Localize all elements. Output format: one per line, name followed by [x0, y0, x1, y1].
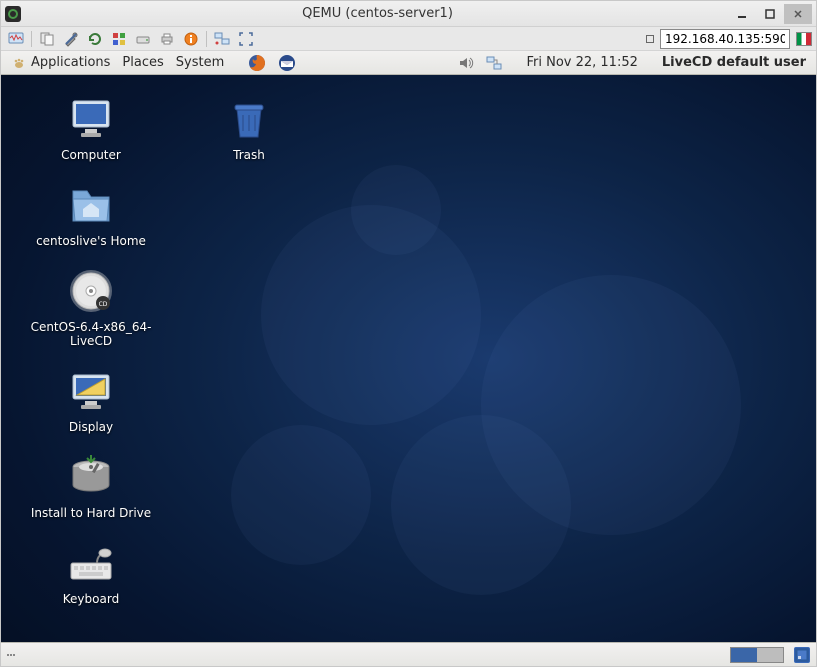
- windows-keys-icon[interactable]: [108, 29, 130, 49]
- italian-flag-icon[interactable]: [796, 32, 812, 46]
- livecd-icon[interactable]: CD CentOS-6.4-x86_64-LiveCD: [21, 267, 161, 349]
- icon-label: CentOS-6.4-x86_64-LiveCD: [21, 319, 161, 349]
- install-hdd-icon[interactable]: Install to Hard Drive: [21, 453, 161, 521]
- show-desktop-icon: [796, 649, 808, 661]
- printer-icon[interactable]: [156, 29, 178, 49]
- info-icon[interactable]: [180, 29, 202, 49]
- drive-icon[interactable]: [132, 29, 154, 49]
- user-menu[interactable]: LiveCD default user: [658, 51, 810, 74]
- cd-icon: CD: [67, 267, 115, 315]
- firefox-launcher[interactable]: [244, 51, 270, 74]
- workspace-1[interactable]: [731, 648, 757, 662]
- close-button[interactable]: [784, 4, 812, 24]
- workspace-switcher[interactable]: [730, 647, 784, 663]
- home-folder-icon[interactable]: centoslive's Home: [21, 181, 161, 249]
- separator: [31, 31, 32, 47]
- icon-label: Install to Hard Drive: [27, 505, 155, 521]
- gnome-top-panel: Applications Places System Fri Nov 22, 1…: [1, 51, 816, 75]
- fullscreen-icon[interactable]: [235, 29, 257, 49]
- tools-icon[interactable]: [60, 29, 82, 49]
- icon-label: Display: [65, 419, 117, 435]
- system-label: System: [176, 55, 224, 70]
- hard-drive-icon: [67, 453, 115, 501]
- monitor-icon[interactable]: [5, 29, 27, 49]
- show-desktop-button[interactable]: [794, 647, 810, 663]
- monitor-icon: [67, 95, 115, 143]
- display-monitor-icon: [67, 367, 115, 415]
- applications-menu[interactable]: Applications: [7, 51, 114, 74]
- qemu-app-icon: [5, 6, 21, 22]
- places-label: Places: [122, 55, 163, 70]
- keyboard-icon[interactable]: Keyboard: [21, 539, 161, 607]
- applications-label: Applications: [31, 55, 110, 70]
- maximize-button[interactable]: [756, 4, 784, 24]
- speaker-icon: [458, 55, 474, 71]
- icon-label: Keyboard: [59, 591, 123, 607]
- folder-home-icon: [67, 181, 115, 229]
- window-title: QEMU (centos-server1): [27, 6, 728, 21]
- user-label: LiveCD default user: [662, 55, 806, 70]
- places-menu[interactable]: Places: [118, 51, 167, 74]
- minimize-button[interactable]: [728, 4, 756, 24]
- network-applet[interactable]: [482, 51, 506, 74]
- firefox-icon: [248, 54, 266, 72]
- thunderbird-icon: [278, 54, 296, 72]
- icon-label: Computer: [57, 147, 125, 163]
- gnome-bottom-panel: [1, 642, 816, 666]
- thunderbird-launcher[interactable]: [274, 51, 300, 74]
- svg-text:CD: CD: [99, 301, 108, 308]
- scale-icon[interactable]: [646, 35, 654, 43]
- titlebar: QEMU (centos-server1): [1, 1, 816, 27]
- keyboard-device-icon: [67, 539, 115, 587]
- trash-bin-icon: [225, 95, 273, 143]
- volume-applet[interactable]: [454, 51, 478, 74]
- copy-icon[interactable]: [36, 29, 58, 49]
- ip-address-input[interactable]: [660, 29, 790, 49]
- desktop[interactable]: Computer Trash centoslive's Home CD Cent…: [1, 75, 816, 642]
- icon-label: centoslive's Home: [32, 233, 150, 249]
- panel-grip[interactable]: [7, 654, 15, 656]
- clock-text: Fri Nov 22, 11:52: [526, 55, 637, 70]
- qemu-toolbar: [1, 27, 816, 51]
- trash-icon[interactable]: Trash: [179, 95, 319, 163]
- separator: [206, 31, 207, 47]
- display-icon[interactable]: Display: [21, 367, 161, 435]
- qemu-window: QEMU (centos-server1) Applications Place…: [0, 0, 817, 667]
- clock[interactable]: Fri Nov 22, 11:52: [522, 51, 641, 74]
- workspace-2[interactable]: [757, 648, 783, 662]
- computer-icon[interactable]: Computer: [21, 95, 161, 163]
- foot-icon: [11, 55, 27, 71]
- refresh-icon[interactable]: [84, 29, 106, 49]
- icon-label: Trash: [229, 147, 269, 163]
- network-icon: [486, 55, 502, 71]
- system-menu[interactable]: System: [172, 51, 228, 74]
- network-screens-icon[interactable]: [211, 29, 233, 49]
